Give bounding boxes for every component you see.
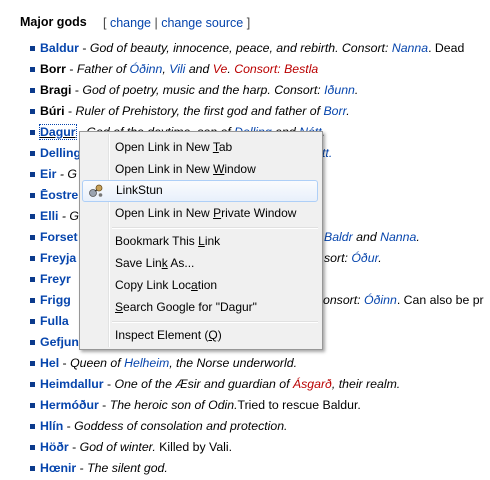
list-item: Hlín - Goddess of consolation and protec… bbox=[30, 418, 287, 434]
change-source-link[interactable]: change source bbox=[161, 16, 243, 30]
list-item: Fulla bbox=[30, 313, 69, 329]
god-link-hel[interactable]: Hel bbox=[40, 356, 59, 370]
menu-item-search-google[interactable]: Search Google for "Dagur" bbox=[82, 297, 318, 317]
god-link-elli[interactable]: Elli bbox=[40, 209, 58, 223]
list-item: Freyr bbox=[30, 271, 71, 287]
god-link-baldur[interactable]: Baldur bbox=[40, 41, 79, 55]
link-asgard[interactable]: Ásgarð bbox=[293, 377, 332, 391]
god-link-forseti[interactable]: Forset bbox=[40, 230, 78, 244]
menu-item-open-new-window[interactable]: Open Link in New Window bbox=[82, 159, 318, 179]
list-item: Gefjun bbox=[30, 334, 79, 350]
menu-item-open-private-window[interactable]: Open Link in New Private Window bbox=[82, 203, 318, 223]
link-ve[interactable]: Ve bbox=[213, 62, 228, 76]
bracket-close: ] bbox=[246, 16, 251, 30]
menu-item-inspect-element[interactable]: Inspect Element (Q) bbox=[82, 325, 318, 345]
bracket-open: [ bbox=[103, 16, 107, 30]
list-item: Elli - G bbox=[30, 208, 79, 224]
god-link-delling[interactable]: Delling bbox=[40, 146, 81, 160]
list-item: Eir - G bbox=[30, 166, 77, 182]
list-item: Freyja sort: Óður. bbox=[30, 250, 382, 266]
link-helheim[interactable]: Helheim bbox=[124, 356, 169, 370]
god-link-eostre[interactable]: Ēostre bbox=[40, 188, 78, 202]
god-link-freyr[interactable]: Freyr bbox=[40, 272, 71, 286]
menu-separator bbox=[112, 321, 318, 323]
link-odinn-2[interactable]: Óðinn bbox=[364, 293, 397, 307]
god-link-hlin[interactable]: Hlín bbox=[40, 419, 63, 433]
link-nanna-2[interactable]: Nanna bbox=[380, 230, 416, 244]
menu-item-open-new-tab[interactable]: Open Link in New Tab bbox=[82, 137, 318, 157]
god-link-fulla[interactable]: Fulla bbox=[40, 314, 69, 328]
list-item: Hermóður - The heroic son of Odin.Tried … bbox=[30, 397, 361, 413]
god-name-bragi: Bragi bbox=[40, 83, 72, 97]
link-nanna[interactable]: Nanna bbox=[392, 41, 428, 55]
list-item: Delling tt. bbox=[30, 145, 332, 161]
god-link-hermodur[interactable]: Hermóður bbox=[40, 398, 99, 412]
link-odur[interactable]: Óður bbox=[351, 251, 378, 265]
pipe-separator: | bbox=[154, 16, 158, 30]
link-odinn[interactable]: Óðinn bbox=[130, 62, 163, 76]
god-link-freyja[interactable]: Freyja bbox=[40, 251, 76, 265]
list-item: Höðr - God of winter. Killed by Vali. bbox=[30, 439, 232, 455]
section-heading: Major gods bbox=[20, 15, 87, 29]
god-link-hoenir[interactable]: Hœnir bbox=[40, 461, 76, 475]
god-link-eir[interactable]: Eir bbox=[40, 167, 56, 181]
link-borr[interactable]: Borr bbox=[323, 104, 346, 118]
list-item: Bragi - God of poetry, music and the har… bbox=[30, 82, 358, 98]
god-name-borr: Borr bbox=[40, 62, 66, 76]
change-link[interactable]: change bbox=[110, 16, 151, 30]
menu-item-copy-link-location[interactable]: Copy Link Location bbox=[82, 275, 318, 295]
context-menu: Open Link in New Tab Open Link in New Wi… bbox=[79, 131, 323, 350]
menu-item-linkstun[interactable]: LinkStun bbox=[82, 180, 318, 202]
link-nott-tail[interactable]: tt. bbox=[322, 146, 332, 160]
edit-links: [ change | change source ] bbox=[103, 16, 250, 30]
bullet bbox=[30, 46, 35, 51]
list-item: Heimdallur - One of the Æsir and guardia… bbox=[30, 376, 400, 392]
list-item: Búri - Ruler of Prehistory, the first go… bbox=[30, 103, 350, 119]
linkstun-icon bbox=[89, 184, 103, 197]
list-item: Hel - Queen of Helheim, the Norse underw… bbox=[30, 355, 297, 371]
menu-separator bbox=[112, 227, 318, 229]
list-item: Borr - Father of Óðinn, Vili and Ve. Con… bbox=[30, 61, 318, 77]
god-link-gefjun[interactable]: Gefjun bbox=[40, 335, 79, 349]
god-name-buri: Búri bbox=[40, 104, 65, 118]
god-link-hodr[interactable]: Höðr bbox=[40, 440, 69, 454]
list-item: Hœnir - The silent god. bbox=[30, 460, 168, 476]
bullet bbox=[30, 67, 35, 72]
list-item: Baldur - God of beauty, innocence, peace… bbox=[30, 40, 464, 56]
god-link-heimdallur[interactable]: Heimdallur bbox=[40, 377, 104, 391]
menu-item-bookmark-link[interactable]: Bookmark This Link bbox=[82, 231, 318, 251]
god-link-dagur[interactable]: Dagur bbox=[40, 125, 76, 139]
menu-item-save-link-as[interactable]: Save Link As... bbox=[82, 253, 318, 273]
link-baldr[interactable]: Baldr bbox=[324, 230, 353, 244]
god-link-frigg[interactable]: Frigg bbox=[40, 293, 71, 307]
link-idunn[interactable]: Iðunn bbox=[324, 83, 355, 97]
link-consort-bestla[interactable]: Consort: Bestla bbox=[234, 62, 318, 76]
list-item: Frigg onsort: Óðinn. Can also be pr bbox=[30, 292, 484, 308]
list-item: Ēostre bbox=[30, 187, 78, 203]
link-vili[interactable]: Vili bbox=[169, 62, 185, 76]
list-item: Forset Baldr and Nanna. bbox=[30, 229, 420, 245]
